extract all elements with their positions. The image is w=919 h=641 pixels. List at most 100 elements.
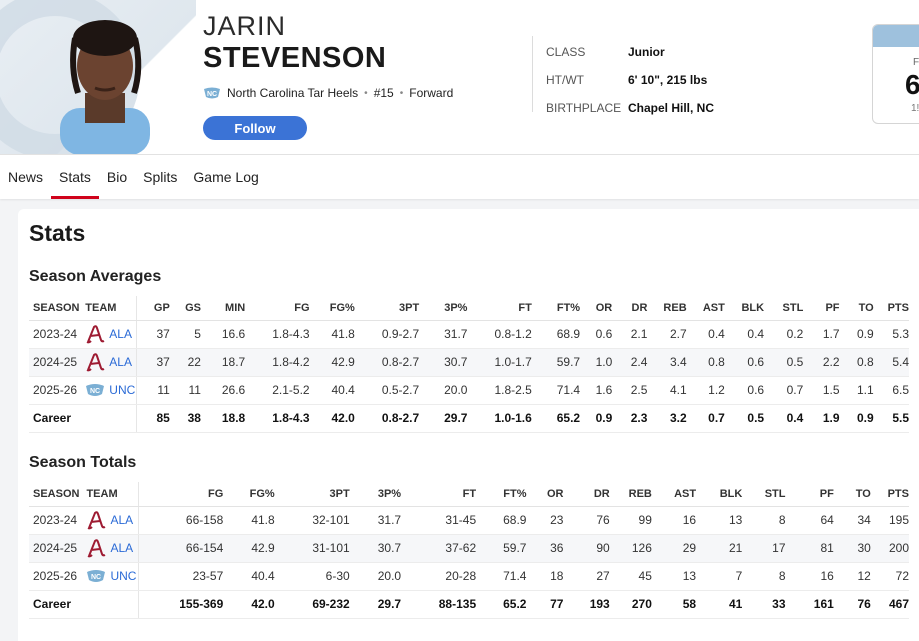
column-header-pf[interactable]: PF (803, 296, 840, 321)
column-header-ft[interactable]: FT (401, 482, 477, 507)
team-link[interactable]: UNC (110, 569, 136, 583)
separator-dot: • (364, 87, 368, 99)
stat-cell-3pt: 32-101 (274, 506, 350, 535)
column-header-fg[interactable]: FG% (309, 296, 355, 321)
column-header-fg[interactable]: FG% (223, 482, 275, 507)
career-cell-reb: 3.2 (647, 404, 687, 433)
bio-row-htwt: HT/WT 6' 10", 215 lbs (546, 66, 714, 94)
stat-cell-stl: 0.2 (764, 320, 804, 349)
tab-stats[interactable]: Stats (51, 155, 99, 199)
player-team-link[interactable]: North Carolina Tar Heels (227, 86, 358, 100)
alabama-icon (88, 511, 106, 530)
tab-news[interactable]: News (0, 155, 51, 199)
column-header-ft[interactable]: FT% (476, 482, 527, 507)
team-link-wrap[interactable]: ALA (86, 538, 138, 558)
team-cell[interactable]: ALA (81, 348, 138, 377)
column-header-3pt[interactable]: 3PT (354, 296, 420, 321)
follow-button[interactable]: Follow (203, 116, 307, 140)
team-cell[interactable]: ALA (82, 534, 140, 563)
column-header-fg[interactable]: FG (245, 296, 310, 321)
stat-cell-stl: 8 (742, 562, 786, 591)
career-row: Career 85 38 18.8 1.8-4.3 42.0 0.8-2.7 29.7 1.0-… (29, 404, 909, 433)
table-row: 2024-25 ALA 37 22 18.7 1.8-4.2 42.9 0.8-2.7 30.7… (29, 348, 909, 377)
tab-splits[interactable]: Splits (135, 155, 185, 199)
column-header-stl[interactable]: STL (742, 482, 786, 507)
career-cell-pts: 467 (870, 590, 909, 619)
team-link-wrap[interactable]: NC UNC (85, 383, 136, 397)
stat-cell-blk: 0.4 (724, 320, 765, 349)
column-header-ft[interactable]: FT% (531, 296, 581, 321)
stat-cell-3p: 20.0 (419, 376, 468, 405)
team-link[interactable]: ALA (110, 513, 133, 527)
team-link-wrap[interactable]: ALA (85, 352, 136, 372)
column-header-pts[interactable]: PTS (870, 482, 909, 507)
player-tabs: News Stats Bio Splits Game Log (0, 155, 919, 199)
column-header-season[interactable]: SEASON (29, 482, 83, 507)
column-header-or[interactable]: OR (580, 296, 613, 321)
team-link[interactable]: UNC (109, 383, 135, 397)
column-header-dr[interactable]: DR (612, 296, 648, 321)
column-header-blk[interactable]: BLK (696, 482, 743, 507)
next-game-card[interactable]: F 6 1! (872, 24, 919, 124)
team-link[interactable]: ALA (109, 355, 132, 369)
column-header-dr[interactable]: DR (563, 482, 610, 507)
stat-cell-ast: 29 (651, 534, 697, 563)
team-link[interactable]: ALA (109, 327, 132, 341)
stat-cell-fg: 40.4 (309, 376, 355, 405)
tab-bio[interactable]: Bio (99, 155, 135, 199)
column-header-or[interactable]: OR (526, 482, 564, 507)
stat-cell-dr: 2.5 (612, 376, 648, 405)
column-header-3p[interactable]: 3P% (419, 296, 468, 321)
column-header-3p[interactable]: 3P% (349, 482, 402, 507)
column-header-team[interactable]: TEAM (81, 296, 138, 321)
column-header-team[interactable]: TEAM (82, 482, 140, 507)
column-header-blk[interactable]: BLK (724, 296, 765, 321)
team-link-wrap[interactable]: ALA (85, 324, 136, 344)
column-header-season[interactable]: SEASON (29, 296, 82, 321)
stat-cell-min: 16.6 (200, 320, 246, 349)
unc-logo-icon: NC (204, 87, 220, 99)
svg-text:NC: NC (90, 388, 100, 395)
team-link[interactable]: ALA (110, 541, 133, 555)
career-cell-or: 77 (526, 590, 564, 619)
stat-cell-ft: 20-28 (401, 562, 477, 591)
column-header-gs[interactable]: GS (169, 296, 201, 321)
column-header-ast[interactable]: AST (651, 482, 697, 507)
column-header-reb[interactable]: REB (609, 482, 652, 507)
stat-cell-3p: 31.7 (349, 506, 402, 535)
player-meta: NC North Carolina Tar Heels • #15 • Forw… (203, 86, 453, 100)
column-header-ast[interactable]: AST (686, 296, 725, 321)
career-cell-ft: 65.2 (476, 590, 527, 619)
team-link-wrap[interactable]: NC UNC (86, 569, 138, 583)
stat-cell-ft: 31-45 (401, 506, 477, 535)
stat-cell-to: 0.9 (839, 320, 874, 349)
column-header-gp[interactable]: GP (136, 296, 170, 321)
bio-value: Chapel Hill, NC (628, 101, 715, 115)
column-header-reb[interactable]: REB (647, 296, 687, 321)
column-header-pts[interactable]: PTS (873, 296, 909, 321)
stat-cell-gp: 11 (136, 376, 170, 405)
column-header-fg[interactable]: FG (138, 482, 224, 507)
column-header-min[interactable]: MIN (200, 296, 246, 321)
column-header-stl[interactable]: STL (764, 296, 804, 321)
column-header-3pt[interactable]: 3PT (274, 482, 350, 507)
stat-cell-pf: 1.5 (803, 376, 840, 405)
career-cell-3pt: 0.8-2.7 (354, 404, 420, 433)
team-cell[interactable]: ALA (82, 506, 140, 535)
team-link-wrap[interactable]: ALA (86, 510, 138, 530)
team-cell[interactable]: ALA (81, 320, 138, 349)
column-header-pf[interactable]: PF (785, 482, 834, 507)
svg-text:NC: NC (91, 574, 101, 581)
team-cell[interactable]: NC UNC (82, 562, 140, 591)
tab-game-log[interactable]: Game Log (185, 155, 266, 199)
column-header-to[interactable]: TO (833, 482, 871, 507)
career-cell-dr: 2.3 (612, 404, 648, 433)
stat-cell-to: 0.8 (839, 348, 874, 377)
career-cell-ast: 58 (651, 590, 697, 619)
column-header-to[interactable]: TO (839, 296, 874, 321)
column-header-ft[interactable]: FT (467, 296, 532, 321)
player-header: JARIN STEVENSON NC North Carolina Tar He… (0, 0, 919, 155)
team-cell[interactable]: NC UNC (81, 376, 138, 405)
table-row: 2025-26 NC UNC 23-57 40.4 6-30 20.0 20-28 71.4 18… (29, 562, 909, 591)
career-cell-3pt: 69-232 (274, 590, 350, 619)
